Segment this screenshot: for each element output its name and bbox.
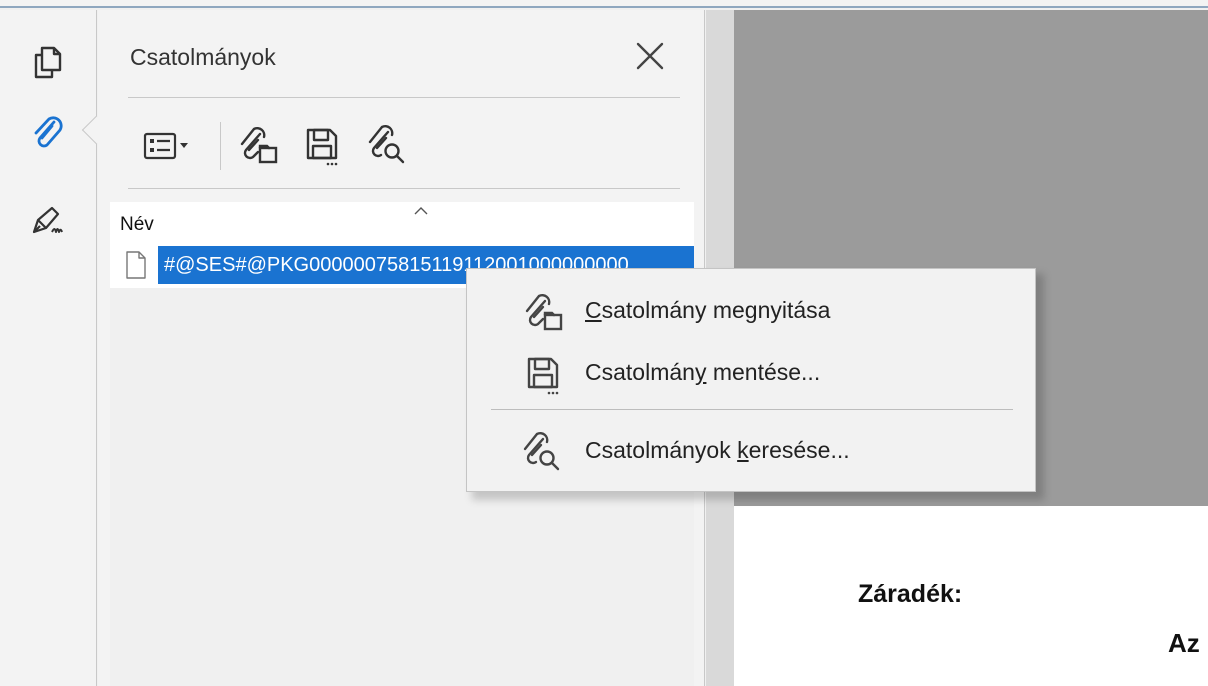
context-menu: Csatolmány megnyitása Csatolmány mentése… <box>466 268 1036 492</box>
menu-separator <box>491 409 1013 410</box>
attachments-toolbar <box>128 116 680 176</box>
list-header: Név <box>110 202 694 242</box>
close-panel-button[interactable] <box>628 34 672 78</box>
column-header-name[interactable]: Név <box>120 214 154 236</box>
app-window: Csatolmányok Név #@SES#@PKG0000007581511… <box>0 0 1208 686</box>
menu-item-save-attachment[interactable]: Csatolmány mentése... <box>467 345 1035 403</box>
save-attachment-button[interactable] <box>298 122 346 170</box>
search-attachment-icon <box>368 125 405 164</box>
open-attachment-icon <box>521 291 565 335</box>
top-border <box>0 0 1208 8</box>
toolbar-divider <box>220 122 221 170</box>
sort-ascending-icon[interactable] <box>412 204 430 218</box>
open-attachment-button[interactable] <box>234 122 282 170</box>
panel-title: Csatolmányok <box>130 44 276 70</box>
pages-button[interactable] <box>22 36 74 88</box>
signatures-button[interactable] <box>22 194 74 246</box>
menu-item-label: Csatolmány mentése... <box>585 359 821 385</box>
attachments-button[interactable] <box>22 106 74 158</box>
document-page <box>734 506 1208 686</box>
pages-icon <box>34 46 62 79</box>
navigation-rail <box>0 10 97 686</box>
header-divider <box>128 97 680 98</box>
attachment-icon <box>34 116 63 148</box>
close-icon <box>636 42 664 70</box>
document-text-line: Az <box>1168 628 1200 658</box>
search-attachment-button[interactable] <box>364 122 412 170</box>
menu-item-search-attachments[interactable]: Csatolmányok keresése... <box>467 423 1035 481</box>
save-attachment-icon <box>521 353 565 397</box>
open-attachment-icon <box>240 127 278 164</box>
menu-item-open-attachment[interactable]: Csatolmány megnyitása <box>467 283 1035 341</box>
menu-item-label: Csatolmány megnyitása <box>585 297 831 323</box>
toolbar-divider-bottom <box>128 188 680 189</box>
menu-item-label: Csatolmányok keresése... <box>585 437 850 463</box>
file-icon <box>126 251 146 279</box>
document-text-heading: Záradék: <box>858 580 963 608</box>
search-attachment-icon <box>521 431 565 475</box>
save-attachment-icon <box>306 128 338 166</box>
options-menu-button[interactable] <box>134 122 204 170</box>
options-menu-icon <box>143 132 188 160</box>
signature-icon <box>32 206 63 234</box>
